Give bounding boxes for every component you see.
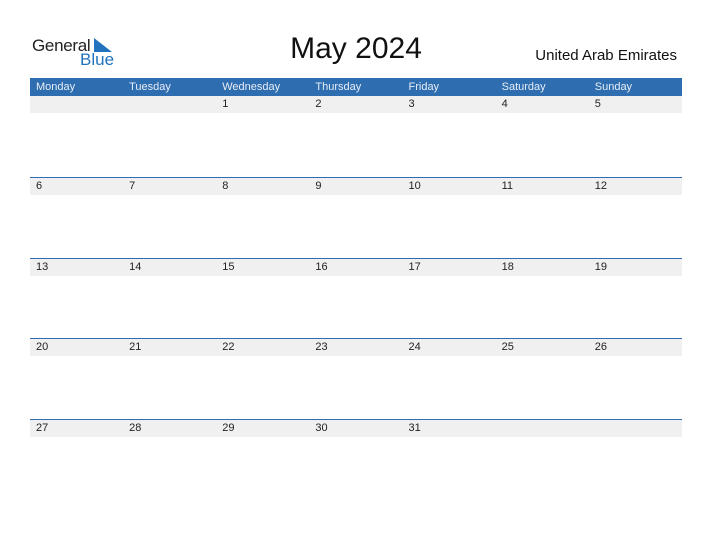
- week-row: 1 2 3 4 5: [30, 96, 682, 177]
- week-dates: 1 2 3 4 5: [30, 96, 682, 113]
- weekday-header: Monday Tuesday Wednesday Thursday Friday…: [30, 78, 682, 96]
- day-cell: 10: [408, 180, 421, 192]
- weekday-friday: Friday: [408, 81, 440, 93]
- week-row: 20 21 22 23 24 25 26: [30, 338, 682, 419]
- day-cell: [123, 96, 216, 113]
- weekday-wednesday: Wednesday: [222, 81, 281, 93]
- day-cell: 1: [222, 98, 229, 110]
- week-row: 27 28 29 30 31: [30, 418, 682, 500]
- day-cell: 8: [222, 180, 229, 192]
- day-cell: 21: [129, 341, 142, 353]
- week-row: 6 7 8 9 10 11 12: [30, 177, 682, 258]
- weekday-saturday: Saturday: [501, 81, 546, 93]
- day-cell: [30, 96, 123, 113]
- day-cell: 31: [408, 421, 421, 434]
- day-cell: 26: [594, 341, 607, 353]
- day-cell: 27: [36, 421, 49, 434]
- weekday-monday: Monday: [36, 81, 76, 93]
- day-cell: 30: [315, 421, 328, 434]
- day-cell: 29: [222, 421, 235, 434]
- weekday-sunday: Sunday: [594, 81, 633, 93]
- weekday-tuesday: Tuesday: [129, 81, 171, 93]
- day-cell: 18: [501, 260, 514, 273]
- day-cell: 15: [222, 260, 235, 273]
- week-row: 13 14 15 16 17 18 19: [30, 257, 682, 339]
- day-cell: 3: [408, 98, 415, 110]
- week-dates: 27 28 29 30 31: [30, 419, 682, 437]
- weekday-thursday: Thursday: [315, 81, 362, 93]
- day-cell: 28: [129, 421, 142, 434]
- day-cell: 4: [501, 98, 508, 110]
- day-cell: 19: [594, 260, 607, 273]
- day-cell: 24: [408, 341, 421, 353]
- day-cell: 22: [222, 341, 235, 353]
- day-cell: 23: [315, 341, 328, 353]
- day-cell: 17: [408, 260, 421, 273]
- day-cell: 7: [129, 180, 136, 192]
- day-cell: 12: [594, 180, 607, 192]
- day-cell: 25: [501, 341, 514, 353]
- week-dates: 13 14 15 16 17 18 19: [30, 258, 682, 276]
- week-dates: 6 7 8 9 10 11 12: [30, 178, 682, 195]
- day-cell: 16: [315, 260, 328, 273]
- day-cell: 9: [315, 180, 322, 192]
- day-cell: 11: [501, 180, 514, 192]
- calendar-grid: Monday Tuesday Wednesday Thursday Friday…: [30, 78, 682, 499]
- day-cell: 14: [129, 260, 142, 273]
- week-dates: 20 21 22 23 24 25 26: [30, 339, 682, 356]
- day-cell: 5: [594, 98, 601, 110]
- day-cell: [496, 420, 589, 437]
- day-cell: 2: [315, 98, 322, 110]
- day-cell: 20: [36, 341, 49, 353]
- day-cell: 6: [36, 180, 43, 192]
- day-cell: [589, 420, 682, 437]
- day-cell: 13: [36, 260, 49, 273]
- country-label: United Arab Emirates: [535, 47, 677, 64]
